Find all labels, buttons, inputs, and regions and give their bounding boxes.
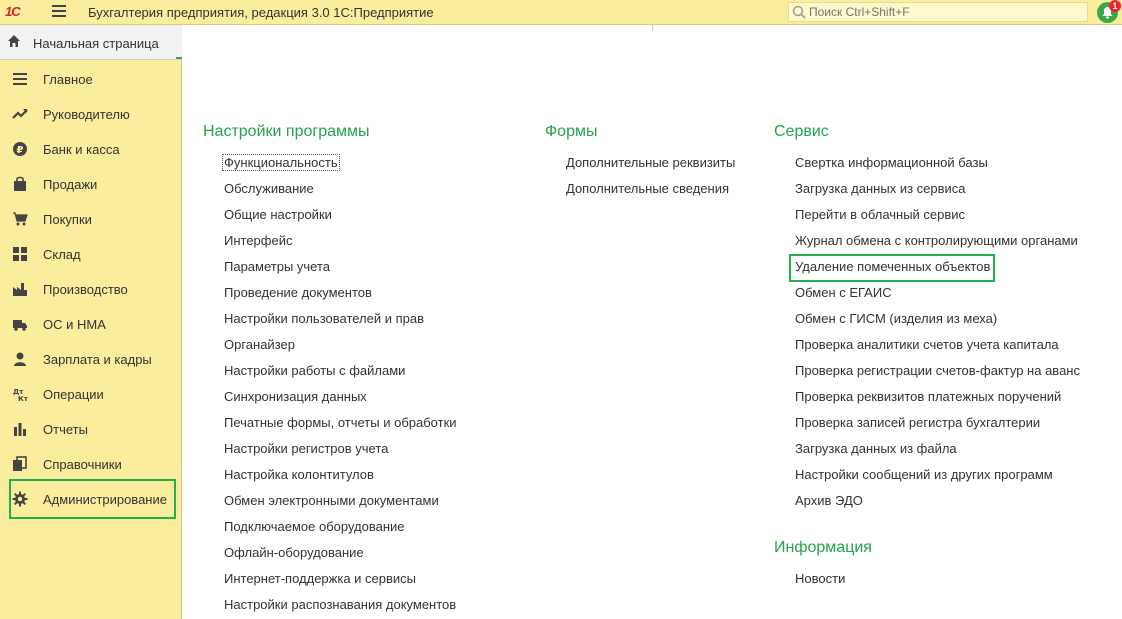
dt-kt-icon: ДтКт [13,388,28,402]
sidebar-item-label: Банк и касса [43,142,120,157]
sidebar-item-sales[interactable]: Продажи [0,166,181,201]
highlight-frame [9,479,176,519]
highlight-frame [789,254,995,282]
bar-chart-icon [14,423,26,436]
link-additional-attributes[interactable]: Дополнительные реквизиты [566,155,735,170]
sidebar-item-references[interactable]: Справочники [0,446,181,481]
sidebar-item-label: Склад [43,247,81,262]
truck-icon [13,320,27,331]
sidebar-item-purchases[interactable]: Покупки [0,201,181,236]
cart-icon [13,212,28,226]
link-egais[interactable]: Обмен с ЕГАИС [795,285,892,300]
sidebar-item-label: Производство [43,282,128,297]
home-page-label: Начальная страница [33,36,159,51]
bag-icon [14,176,26,191]
link-exchange-log[interactable]: Журнал обмена с контролирующими органами [795,233,1078,248]
sidebar-item-main[interactable]: Главное [0,61,181,96]
link-accounting-params[interactable]: Параметры учета [224,259,330,274]
link-news[interactable]: Новости [795,571,845,586]
link-general-settings[interactable]: Общие настройки [224,207,332,222]
sidebar-item-manager[interactable]: Руководителю [0,96,181,131]
link-headers-footers[interactable]: Настройка колонтитулов [224,467,374,482]
link-db-collapse[interactable]: Свертка информационной базы [795,155,988,170]
section-title-settings: Настройки программы [203,123,370,140]
link-users-rights[interactable]: Настройки пользователей и прав [224,311,424,326]
sidebar-item-warehouse[interactable]: Склад [0,236,181,271]
link-print-forms[interactable]: Печатные формы, отчеты и обработки [224,415,457,430]
app-logo[interactable]: 1С [5,4,21,19]
grid-icon [13,247,27,261]
link-check-capital[interactable]: Проверка аналитики счетов учета капитала [795,337,1059,352]
link-internet-support[interactable]: Интернет-поддержка и сервисы [224,571,416,586]
person-icon [14,352,26,366]
section-title-service: Сервис [774,123,829,140]
link-edo-archive[interactable]: Архив ЭДО [795,493,863,508]
link-file-settings[interactable]: Настройки работы с файлами [224,363,405,378]
sidebar-item-operations[interactable]: Дт Кт Операции [0,376,181,411]
link-message-settings[interactable]: Настройки сообщений из других программ [795,467,1053,482]
home-icon [8,35,20,47]
sidebar-item-bank[interactable]: ₽ Банк и касса [0,131,181,166]
sidebar-item-label: Справочники [43,457,122,472]
link-recognition[interactable]: Настройки распознавания документов [224,597,456,612]
search-icon [792,5,806,19]
link-additional-info[interactable]: Дополнительные сведения [566,181,729,196]
section-title-info: Информация [774,539,872,556]
section-title-forms: Формы [545,123,598,140]
link-cloud-service[interactable]: Перейти в облачный сервис [795,207,965,222]
link-check-invoices[interactable]: Проверка регистрации счетов-фактур на ав… [795,363,1080,378]
sidebar-item-label: Руководителю [43,107,130,122]
factory-icon [13,283,27,296]
link-edi[interactable]: Обмен электронными документами [224,493,439,508]
title-bar: 1С Бухгалтерия предприятия, редакция 3.0… [0,0,1122,25]
sidebar-item-reports[interactable]: Отчеты [0,411,181,446]
sidebar-item-label: Зарплата и кадры [43,352,152,367]
sidebar-item-label: ОС и НМА [43,317,106,332]
sidebar-item-salary[interactable]: Зарплата и кадры [0,341,181,376]
link-load-from-file[interactable]: Загрузка данных из файла [795,441,957,456]
search-box[interactable] [788,2,1088,22]
svg-text:Кт: Кт [18,395,28,402]
link-organizer[interactable]: Органайзер [224,337,295,352]
main-content: Настройки программы Функциональность Обс… [182,31,1122,619]
link-check-payments[interactable]: Проверка реквизитов платежных поручений [795,389,1061,404]
menu-lines-icon [13,73,27,85]
sidebar-item-label: Отчеты [43,422,88,437]
svg-text:₽: ₽ [17,145,24,156]
notification-badge: 1 [1109,0,1121,12]
link-data-sync[interactable]: Синхронизация данных [224,389,367,404]
link-offline-equipment[interactable]: Офлайн-оборудование [224,545,364,560]
link-check-ledger[interactable]: Проверка записей регистра бухгалтерии [795,415,1040,430]
link-interface[interactable]: Интерфейс [224,233,292,248]
link-gism[interactable]: Обмен с ГИСМ (изделия из меха) [795,311,997,326]
sidebar-item-assets[interactable]: ОС и НМА [0,306,181,341]
link-registers-settings[interactable]: Настройки регистров учета [224,441,388,456]
main-menu-icon[interactable] [52,5,66,19]
trend-icon [12,109,28,119]
ruble-icon: ₽ [13,142,27,156]
sidebar-item-label: Главное [43,72,93,87]
sidebar-item-label: Операции [43,387,104,402]
app-title: Бухгалтерия предприятия, редакция 3.0 1С… [88,5,434,20]
sidebar-item-label: Продажи [43,177,98,192]
link-load-from-service[interactable]: Загрузка данных из сервиса [795,181,966,196]
link-maintenance[interactable]: Обслуживание [224,181,314,196]
sidebar-item-production[interactable]: Производство [0,271,181,306]
link-equipment[interactable]: Подключаемое оборудование [224,519,405,534]
link-posting-documents[interactable]: Проведение документов [224,285,372,300]
sections-panel: Главное Руководителю ₽ Банк и касса Прод… [0,60,182,619]
sidebar-item-label: Покупки [43,212,92,227]
home-page-tab[interactable]: Начальная страница [0,25,182,60]
books-icon [13,456,27,471]
link-functionality[interactable]: Функциональность [222,154,340,171]
search-input[interactable] [809,4,1079,20]
